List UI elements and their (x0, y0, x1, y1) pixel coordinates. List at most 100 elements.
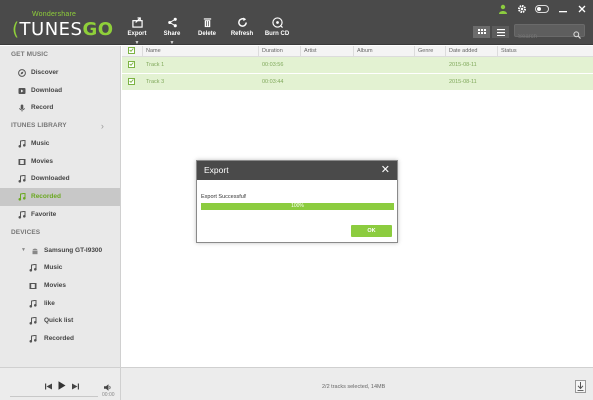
sidebar-label-discover: Discover (31, 69, 59, 76)
section-itunes-library[interactable]: ITUNES LIBRARY › (0, 117, 120, 135)
select-all-checkbox[interactable] (128, 46, 135, 54)
sidebar-item-discover[interactable]: Discover (0, 64, 120, 82)
sidebar-label-device-recorded: Recorded (44, 334, 74, 342)
sidebar-item-downloaded[interactable]: Downloaded (0, 170, 120, 188)
brand-tunes: TUNES (19, 19, 83, 40)
export-label: Export (127, 31, 147, 37)
column-header-album[interactable]: Album (353, 45, 414, 57)
playlist-icon (29, 299, 37, 308)
playback-time: 00:00 (102, 392, 115, 398)
minimize-icon[interactable] (557, 4, 568, 15)
sidebar-label-device-movies: Movies (44, 281, 67, 289)
sidebar-label-download: Download (31, 86, 63, 94)
sidebar-label-movies: Movies (31, 157, 54, 165)
close-window-icon[interactable] (576, 4, 587, 15)
search-icon[interactable] (573, 26, 581, 44)
sidebar-item-favorite[interactable]: Favorite (0, 206, 120, 224)
sidebar-item-device-movies[interactable]: Movies (0, 277, 120, 295)
row-checkbox[interactable] (128, 60, 135, 68)
recorded-icon (18, 193, 26, 201)
view-toggle (473, 26, 509, 38)
list-view-icon[interactable] (492, 26, 509, 38)
film-icon (29, 282, 37, 289)
row-checkbox[interactable] (128, 77, 135, 85)
dialog-message: Export Successful! (201, 194, 247, 200)
column-header-duration[interactable]: Duration (258, 45, 300, 57)
burn-cd-button[interactable]: Burn CD (264, 17, 290, 43)
sidebar-item-download[interactable]: Download (0, 82, 120, 100)
trash-icon (203, 18, 211, 28)
play-icon[interactable] (58, 377, 66, 395)
mode-toggle[interactable] (535, 5, 549, 13)
sidebar-item-recorded[interactable]: Recorded (0, 188, 120, 206)
search-input[interactable] (515, 31, 571, 43)
downloaded-icon (18, 175, 26, 184)
share-icon (167, 17, 177, 28)
sidebar-label-device-quick-list: Quick list (44, 317, 74, 325)
cell-name: Track 3 (146, 79, 165, 85)
compass-icon (18, 69, 26, 77)
share-label: Share (163, 31, 181, 37)
row-select-cell (122, 77, 142, 87)
column-header-artist[interactable]: Artist (300, 45, 353, 57)
dialog-title-bar: Export ✕ (197, 161, 397, 180)
export-button[interactable]: Export ▼ (124, 17, 150, 46)
player-controls: 00:00 (0, 368, 121, 400)
sidebar-item-record[interactable]: Record (0, 99, 120, 117)
column-header-status[interactable]: Status (497, 45, 593, 57)
checkmark-icon (129, 48, 134, 53)
top-bar: Wondershare (TUNESGO Export ▼ Share ▼ De… (0, 0, 593, 46)
sidebar-item-music[interactable]: Music (0, 135, 120, 153)
refresh-label: Refresh (230, 31, 254, 37)
cd-icon (271, 17, 283, 28)
settings-icon[interactable] (516, 4, 527, 15)
music-note-icon (18, 140, 26, 148)
refresh-icon (237, 17, 247, 27)
sidebar-item-device-like[interactable]: like (0, 295, 120, 313)
ok-button[interactable]: OK (351, 225, 392, 237)
share-button[interactable]: Share ▼ (159, 17, 185, 46)
sidebar-item-device-recorded[interactable]: Recorded (0, 330, 120, 348)
select-all-cell (122, 46, 142, 56)
previous-icon[interactable] (45, 377, 52, 395)
user-icon[interactable] (497, 4, 508, 15)
export-dialog: Export ✕ Export Successful! 100% OK (196, 160, 398, 243)
column-header-date-added[interactable]: Date added (445, 45, 497, 57)
column-header-genre[interactable]: Genre (414, 45, 445, 57)
sidebar-item-device-quick-list[interactable]: Quick list (0, 312, 120, 330)
film-icon (18, 158, 26, 165)
section-get-music: GET MUSIC (11, 51, 49, 58)
sidebar-label-device-like: like (44, 299, 55, 307)
sidebar: GET MUSIC Discover Download Record ITUNE… (0, 46, 121, 367)
cell-duration: 00:03:44 (262, 79, 284, 85)
table-header: Name Duration Artist Album Genre Date ad… (122, 45, 593, 57)
microphone-icon (19, 104, 25, 112)
cell-date: 2015-08-11 (449, 62, 477, 68)
refresh-button[interactable]: Refresh (229, 17, 255, 43)
sidebar-item-device-music[interactable]: Music (0, 259, 120, 277)
table-row[interactable]: Track 1 00:03:56 2015-08-11 (122, 57, 593, 74)
playback-progress-track[interactable] (10, 396, 98, 397)
sidebar-item-movies[interactable]: Movies (0, 153, 120, 171)
sidebar-label-music: Music (31, 140, 50, 148)
download-arrow-icon[interactable] (575, 380, 586, 393)
checkmark-icon (129, 62, 134, 67)
close-icon[interactable]: ✕ (381, 161, 390, 180)
sidebar-label-device-music: Music (44, 264, 63, 272)
progress-text: 100% (291, 203, 304, 209)
playlist-icon (18, 210, 26, 219)
toolbar: Export ▼ Share ▼ Delete Refresh Burn CD (124, 17, 290, 46)
chevron-right-icon[interactable]: › (101, 117, 104, 135)
section-devices: DEVICES (11, 228, 41, 236)
delete-button[interactable]: Delete (194, 17, 220, 43)
music-note-icon (29, 264, 37, 272)
expand-triangle-icon[interactable]: ▼ (21, 242, 26, 260)
brand-go: GO (82, 19, 114, 40)
grid-view-icon[interactable] (473, 26, 490, 38)
next-icon[interactable] (72, 377, 79, 395)
table-row[interactable]: Track 3 00:03:44 2015-08-11 (122, 74, 593, 91)
column-header-name[interactable]: Name (142, 45, 258, 57)
sidebar-label-downloaded: Downloaded (31, 175, 70, 183)
sidebar-item-device[interactable]: ▼ Samsung GT-I9300 (0, 242, 120, 260)
brand-wondershare: Wondershare (32, 11, 77, 18)
